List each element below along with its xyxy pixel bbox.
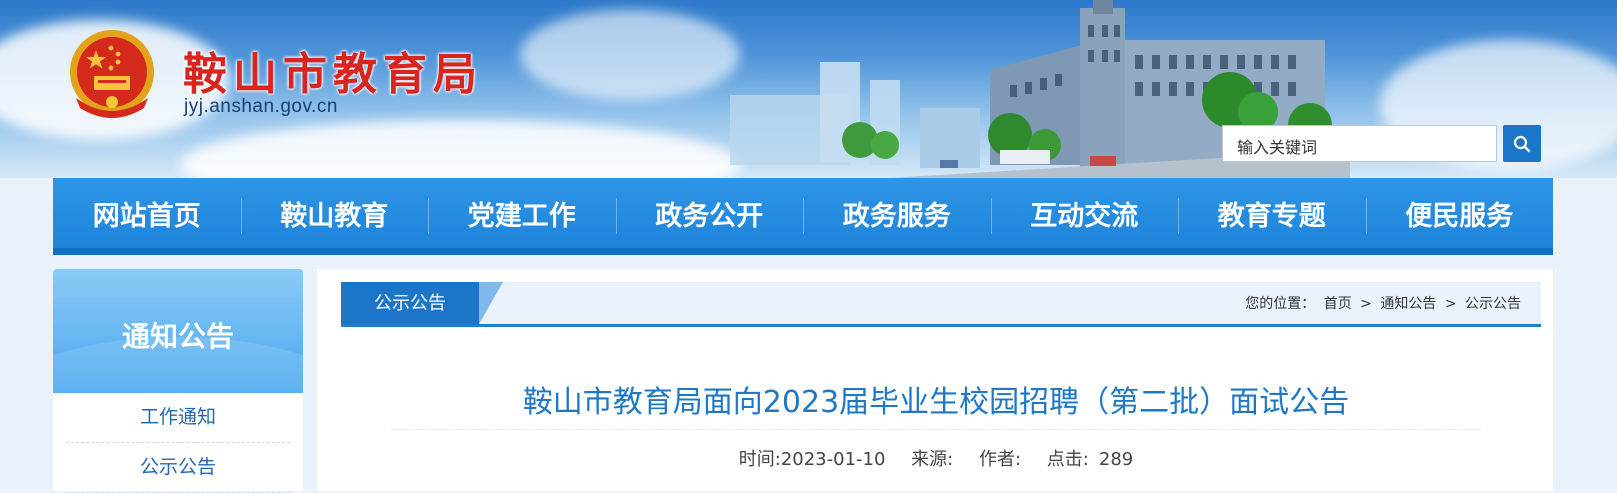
breadcrumb-separator: > [1444, 296, 1457, 312]
sidebar-header: 通知公告 [53, 269, 303, 393]
search-button[interactable] [1503, 125, 1541, 162]
national-emblem-icon [70, 30, 154, 118]
nav-item-home[interactable]: 网站首页 [53, 178, 241, 248]
article-title: 鞍山市教育局面向2023届毕业生校园招聘（第二批）面试公告 [522, 385, 1350, 420]
article-source: 来源: [911, 449, 954, 470]
nav-item-education-topics[interactable]: 教育专题 [1178, 178, 1366, 248]
cloud-decoration [180, 120, 740, 178]
main-content: 公示公告 您的位置： 首页 > 通知公告 > 公示公告 鞍山市教育局面向2023… [317, 269, 1553, 491]
sidebar-item-public-announcements[interactable]: 公示公告 [66, 443, 290, 493]
article-clicks-label: 点击: [1046, 449, 1089, 470]
breadcrumb-prefix: 您的位置： [1245, 296, 1316, 312]
site-title: 鞍山市教育局 [183, 49, 483, 100]
section-header-bar: 公示公告 您的位置： 首页 > 通知公告 > 公示公告 [341, 282, 1541, 327]
breadcrumb: 您的位置： 首页 > 通知公告 > 公示公告 [1243, 282, 1523, 326]
title-divider [391, 429, 1481, 430]
article-meta: 时间:2023-01-10 来源: 作者: 点击: 289 [391, 445, 1481, 471]
main-nav: 网站首页 鞍山教育 党建工作 政务公开 政务服务 互动交流 教育专题 便民服务 [53, 178, 1553, 255]
search-input[interactable]: 输入关键词 [1222, 125, 1497, 162]
sidebar-menu: 工作通知 公示公告 [53, 393, 303, 493]
section-tab-decoration [479, 282, 503, 324]
section-tab: 公示公告 [341, 282, 479, 324]
breadcrumb-current-link[interactable]: 公示公告 [1465, 296, 1521, 312]
article-clicks-value: 289 [1098, 449, 1134, 470]
cloud-decoration [520, 10, 740, 100]
sidebar-item-work-notices[interactable]: 工作通知 [66, 393, 290, 443]
nav-item-party-building[interactable]: 党建工作 [428, 178, 616, 248]
nav-item-public-services[interactable]: 便民服务 [1365, 178, 1554, 248]
nav-item-interaction[interactable]: 互动交流 [990, 178, 1179, 248]
breadcrumb-separator: > [1360, 296, 1372, 312]
nav-item-government-affairs[interactable]: 政务公开 [615, 178, 804, 248]
breadcrumb-home-link[interactable]: 首页 [1324, 296, 1352, 312]
search-icon [1513, 135, 1531, 152]
article-author: 作者: [978, 449, 1022, 470]
site-domain: jyj.anshan.gov.cn [184, 96, 338, 117]
breadcrumb-notices-link[interactable]: 通知公告 [1380, 296, 1436, 312]
sidebar-title: 通知公告 [121, 320, 234, 353]
header-banner: 鞍山市教育局 jyj.anshan.gov.cn 输入关键词 [0, 0, 1617, 178]
nav-item-anshan-education[interactable]: 鞍山教育 [240, 178, 429, 248]
nav-item-government-services[interactable]: 政务服务 [803, 178, 991, 248]
article-time: 时间:2023-01-10 [738, 449, 886, 470]
